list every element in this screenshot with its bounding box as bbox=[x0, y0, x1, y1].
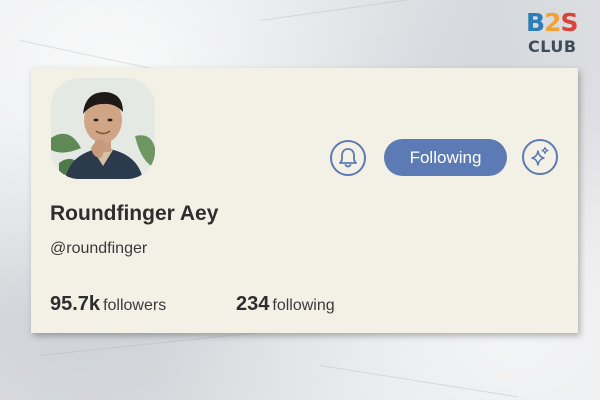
notification-bell-button[interactable] bbox=[330, 140, 366, 176]
following-label: following bbox=[272, 297, 335, 314]
profile-display-name: Roundfinger Aey bbox=[50, 202, 219, 225]
logo-digit-2: 2 bbox=[544, 8, 561, 37]
following-button[interactable]: Following bbox=[384, 139, 507, 176]
logo-club-text: CLUB bbox=[528, 37, 577, 56]
followers-count: 95.7k bbox=[50, 293, 101, 315]
b2s-club-logo: B2S CLUB bbox=[526, 10, 588, 62]
sparkle-button[interactable] bbox=[522, 139, 558, 175]
following-count: 234 bbox=[236, 293, 270, 315]
following-stat[interactable]: 234 following bbox=[236, 293, 335, 316]
followers-label: followers bbox=[103, 297, 167, 314]
logo-letter-s: S bbox=[560, 8, 578, 37]
followers-stat[interactable]: 95.7k followers bbox=[50, 293, 166, 316]
logo-letter-b: B bbox=[526, 8, 545, 37]
profile-handle: @roundfinger bbox=[50, 240, 148, 257]
avatar[interactable] bbox=[51, 78, 155, 179]
bell-icon bbox=[339, 148, 357, 168]
profile-card: Following Roundfinger Aey @roundfinger 9… bbox=[31, 68, 578, 333]
sparkle-icon bbox=[531, 146, 549, 166]
